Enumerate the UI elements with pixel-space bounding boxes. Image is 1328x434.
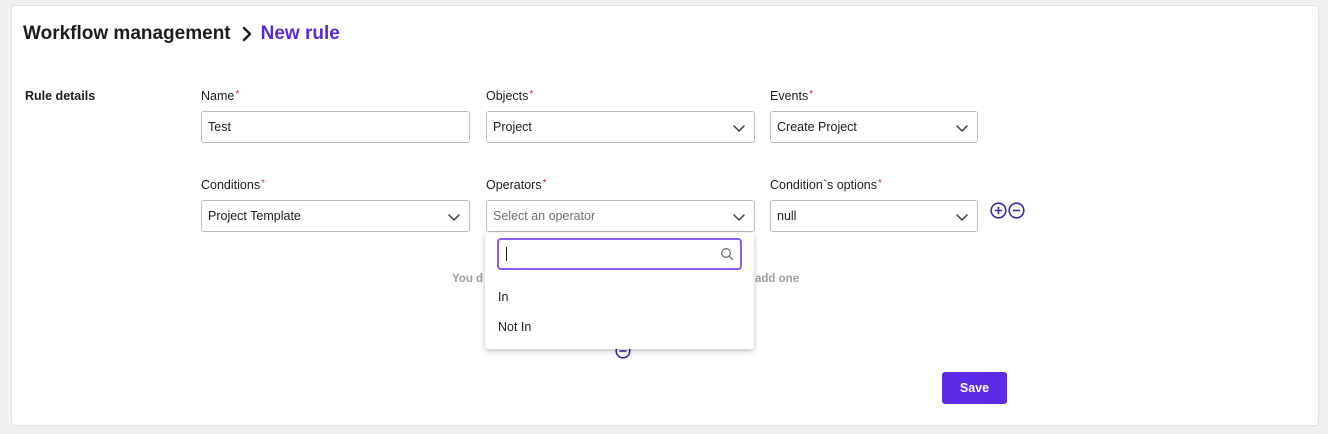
chevron-down-icon (956, 125, 968, 132)
objects-select-value: Project (493, 120, 532, 134)
events-label: Events* (770, 89, 813, 103)
conditions-label: Conditions* (201, 178, 265, 192)
condition-row-actions (990, 202, 1025, 219)
breadcrumb-root[interactable]: Workflow management (23, 23, 231, 45)
events-select[interactable]: Create Project (770, 111, 978, 143)
plus-circle-icon[interactable] (990, 202, 1007, 219)
objects-label-text: Objects (486, 89, 529, 103)
chevron-right-icon (241, 26, 253, 42)
chevron-down-icon (956, 214, 968, 221)
events-label-text: Events (770, 89, 809, 103)
objects-label: Objects* (486, 89, 533, 103)
condition-options-select-value: null (777, 209, 797, 223)
operators-label: Operators* (486, 178, 547, 192)
condition-options-label: Condition`s options* (770, 178, 882, 192)
empty-state-text-right: add one (755, 273, 800, 285)
name-label-text: Name (201, 89, 235, 103)
chevron-down-icon (733, 214, 745, 221)
dropdown-option-not-in[interactable]: Not In (498, 320, 531, 334)
required-marker: * (235, 89, 240, 100)
operators-select[interactable]: Select an operator (486, 200, 755, 232)
condition-options-select[interactable]: null (770, 200, 978, 232)
text-cursor (506, 247, 507, 261)
breadcrumb-current: New rule (260, 23, 340, 44)
empty-state-text-left: You d (452, 273, 484, 285)
name-input-value: Test (208, 120, 231, 134)
minus-circle-icon[interactable] (1008, 202, 1025, 219)
conditions-select-value: Project Template (208, 209, 301, 223)
name-label: Name* (201, 89, 239, 103)
name-input[interactable]: Test (201, 111, 470, 143)
chevron-down-icon (733, 125, 745, 132)
operators-label-text: Operators (486, 178, 542, 192)
search-icon (721, 248, 734, 261)
events-select-value: Create Project (777, 120, 857, 134)
required-marker: * (878, 178, 882, 189)
dropdown-option-in[interactable]: In (498, 290, 508, 304)
required-marker: * (542, 178, 547, 189)
breadcrumb: Workflow management New rule (23, 22, 340, 46)
conditions-select[interactable]: Project Template (201, 200, 470, 232)
operator-dropdown: In Not In (485, 233, 754, 349)
required-marker: * (261, 178, 265, 189)
conditions-label-text: Conditions (201, 178, 261, 192)
objects-select[interactable]: Project (486, 111, 755, 143)
section-title: Rule details (25, 89, 96, 103)
save-button[interactable]: Save (942, 372, 1007, 404)
condition-options-label-text: Condition`s options (770, 178, 878, 192)
dropdown-search-input[interactable] (497, 238, 742, 270)
required-marker: * (809, 89, 814, 100)
required-marker: * (529, 89, 534, 100)
operators-select-placeholder: Select an operator (493, 209, 596, 223)
chevron-down-icon (448, 214, 460, 221)
